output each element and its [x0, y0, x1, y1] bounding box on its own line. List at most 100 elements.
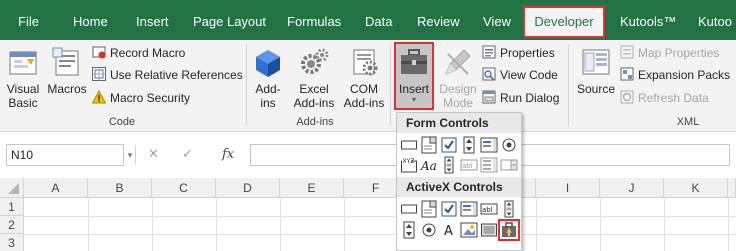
view-code-button[interactable]: View Code [482, 65, 558, 85]
gridline [600, 198, 601, 251]
xml-group-label: XML [676, 116, 700, 128]
add-ins-label: Add- ins [255, 82, 281, 110]
tab-file[interactable]: File [18, 0, 39, 40]
relative-references-icon [92, 67, 106, 81]
code-group-label: Code [108, 116, 136, 128]
form-group-box-icon[interactable]: XYZ [400, 156, 418, 174]
activex-scroll-bar-icon[interactable] [500, 200, 518, 218]
svg-text:XYZ: XYZ [403, 158, 415, 165]
formula-buttons: ✕ ✓ fx [136, 144, 248, 166]
form-check-box-icon[interactable] [440, 136, 458, 154]
visual-basic-button[interactable]: Visual Basic [4, 46, 42, 110]
macro-security-label: Macro Security [110, 91, 191, 105]
name-box[interactable]: N10 [6, 144, 124, 166]
activex-combo-box-icon[interactable] [420, 200, 438, 218]
properties-label: Properties [500, 46, 555, 60]
expansion-packs-button[interactable]: Expansion Packs [620, 65, 730, 85]
map-properties-button[interactable]: Map Properties [620, 43, 719, 63]
insert-controls-dropdown: Form Controls XYZ Aa abl ActiveX Control… [396, 112, 522, 251]
source-label: Source [576, 82, 616, 96]
refresh-data-label: Refresh Data [638, 91, 709, 105]
design-mode-button[interactable]: Design Mode [437, 46, 479, 110]
activex-spin-button-icon[interactable] [400, 221, 418, 239]
column-header[interactable]: D [216, 178, 280, 198]
form-text-field-icon[interactable]: abl [460, 156, 478, 174]
refresh-data-button[interactable]: Refresh Data [620, 88, 709, 108]
record-macro-icon [92, 45, 106, 59]
warning-icon [91, 89, 107, 104]
row-header[interactable]: 3 [0, 234, 24, 251]
activex-check-box-icon[interactable] [440, 200, 458, 218]
tab-home[interactable]: Home [73, 0, 108, 40]
design-mode-icon [442, 46, 474, 78]
tab-developer[interactable]: Developer [523, 6, 605, 38]
gridline [152, 198, 153, 251]
column-header[interactable]: A [24, 178, 88, 198]
column-header[interactable]: C [152, 178, 216, 198]
tab-view[interactable]: View [483, 0, 511, 40]
tab-kutools[interactable]: Kutools™ [620, 0, 676, 40]
tab-kutools-plus[interactable]: Kutoo [698, 0, 732, 40]
expansion-packs-icon [620, 67, 634, 81]
form-list-box-icon[interactable] [480, 136, 498, 154]
tab-insert[interactable]: Insert [136, 0, 169, 40]
excel-add-ins-button[interactable]: Excel Add-ins [290, 46, 338, 110]
gridline [280, 198, 281, 251]
form-spin-button-icon[interactable] [460, 136, 478, 154]
activex-option-button-icon[interactable] [420, 221, 438, 239]
insert-controls-button[interactable]: Insert ▾ [396, 46, 432, 104]
tab-data[interactable]: Data [365, 0, 392, 40]
source-button[interactable]: Source [574, 46, 618, 96]
com-add-ins-label: COM Add-ins [343, 82, 385, 110]
add-ins-button[interactable]: Add- ins [250, 46, 286, 110]
column-header[interactable]: I [536, 178, 600, 198]
svg-text:abl: abl [482, 206, 493, 214]
visual-basic-icon [7, 46, 39, 78]
name-box-dropdown-icon[interactable]: ▾ [126, 144, 134, 166]
row-header[interactable]: 2 [0, 216, 24, 234]
gridline [664, 198, 665, 251]
form-button-icon[interactable] [400, 136, 418, 154]
com-add-ins-icon [348, 46, 380, 78]
record-macro-label: Record Macro [110, 46, 186, 60]
view-code-label: View Code [500, 68, 558, 82]
form-option-button-icon[interactable] [500, 136, 518, 154]
select-all-corner[interactable] [0, 178, 24, 198]
form-scroll-bar-icon[interactable] [440, 156, 458, 174]
activex-image-icon[interactable] [460, 221, 478, 239]
visual-basic-label: Visual Basic [6, 82, 40, 110]
com-add-ins-button[interactable]: COM Add-ins [340, 46, 388, 110]
tab-review[interactable]: Review [417, 0, 460, 40]
row-header[interactable]: 1 [0, 198, 24, 216]
column-header[interactable]: E [280, 178, 344, 198]
run-dialog-icon [482, 90, 496, 104]
properties-button[interactable]: Properties [482, 43, 555, 63]
form-combo-list-edit-icon[interactable] [480, 156, 498, 174]
insert-label: Insert [398, 82, 429, 96]
activex-toggle-button-icon[interactable] [480, 221, 498, 239]
cancel-icon[interactable]: ✕ [148, 146, 159, 162]
activex-list-box-icon[interactable] [460, 200, 478, 218]
column-header[interactable] [728, 178, 736, 198]
record-macro-button[interactable]: Record Macro [92, 43, 185, 63]
column-header[interactable]: B [88, 178, 152, 198]
tab-formulas[interactable]: Formulas [287, 0, 341, 40]
tab-page-layout[interactable]: Page Layout [193, 0, 266, 40]
worksheet-grid[interactable]: A B C D E F G H I J K 1 2 3 [0, 178, 736, 251]
enter-icon[interactable]: ✓ [182, 146, 193, 162]
column-header[interactable]: K [664, 178, 728, 198]
form-label-icon[interactable]: Aa [420, 156, 438, 174]
activex-command-button-icon[interactable] [400, 200, 418, 218]
form-combo-box-icon[interactable] [420, 136, 438, 154]
macro-security-button[interactable]: Macro Security [91, 88, 191, 108]
activex-label-icon[interactable]: A [440, 221, 458, 239]
gridline [344, 198, 345, 251]
activex-text-box-icon[interactable]: abl [480, 200, 498, 218]
use-relative-references-button[interactable]: Use Relative References [92, 65, 243, 85]
column-header[interactable]: J [600, 178, 664, 198]
form-combo-drop-down-edit-icon[interactable] [500, 156, 518, 174]
run-dialog-button[interactable]: Run Dialog [482, 88, 559, 108]
macros-button[interactable]: Macros [44, 46, 90, 96]
insert-function-icon[interactable]: fx [222, 147, 234, 162]
more-controls-button[interactable] [498, 219, 520, 241]
